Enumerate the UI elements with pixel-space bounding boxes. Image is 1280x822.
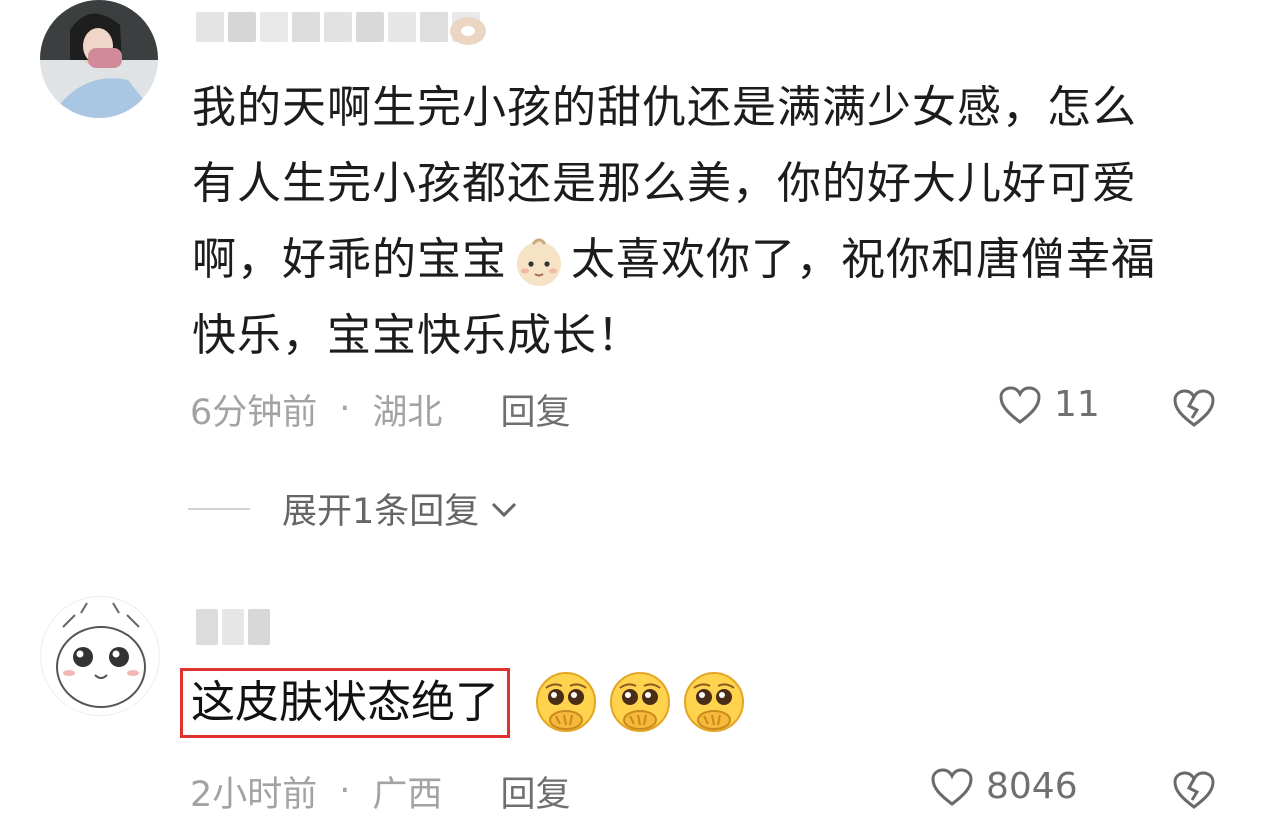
comment-text: 这皮肤状态绝了	[180, 668, 510, 738]
username-blurred[interactable]	[196, 609, 270, 645]
location: 广西	[372, 774, 443, 815]
emoji-row	[534, 670, 746, 734]
baby-face-emoji	[511, 234, 567, 290]
reply-button[interactable]: 回复	[500, 384, 570, 435]
location: 湖北	[372, 392, 443, 433]
heart-outline-icon	[999, 385, 1041, 424]
timestamp: 2小时前	[190, 774, 318, 815]
timestamp: 6分钟前	[190, 392, 318, 433]
reply-button[interactable]: 回复	[500, 766, 570, 817]
like-count: 11	[1054, 384, 1100, 425]
like-count: 8046	[986, 766, 1078, 807]
like-button[interactable]: 11	[998, 384, 1100, 425]
like-button[interactable]: 8046	[930, 766, 1078, 807]
heart-outline-icon	[931, 767, 973, 806]
dislike-button[interactable]	[1172, 770, 1216, 814]
comment-meta: 2小时前 · 广西 回复	[190, 766, 570, 816]
dislike-button[interactable]	[1172, 388, 1216, 432]
pleading-face-emoji	[536, 672, 596, 732]
comment-meta: 6分钟前 · 湖北 回复	[190, 384, 570, 434]
comment-text: 我的天啊生完小孩的甜仇还是满满少女感，怎么 有人生完小孩都还是那么美，你的好大儿…	[192, 82, 1156, 361]
username-blurred[interactable]	[196, 12, 480, 42]
broken-heart-icon	[1173, 771, 1215, 809]
chevron-down-icon	[492, 502, 517, 517]
highlighted-comment: 这皮肤状态绝了	[180, 668, 510, 738]
pleading-face-emoji	[684, 672, 744, 732]
broken-heart-icon	[1173, 389, 1215, 427]
avatar[interactable]	[40, 0, 158, 118]
expand-replies-button[interactable]: 展开1条回复	[188, 483, 521, 534]
divider-line	[188, 507, 250, 510]
badge-icon	[448, 14, 488, 52]
avatar[interactable]	[40, 596, 160, 716]
pleading-face-emoji	[610, 672, 670, 732]
